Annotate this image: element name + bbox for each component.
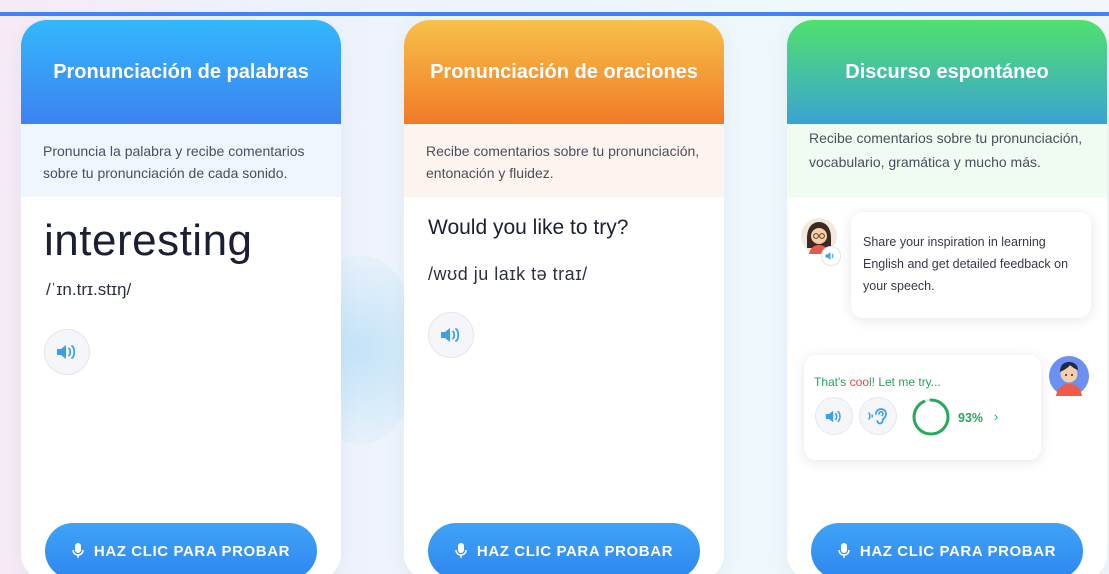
ear-icon [868, 408, 887, 425]
reply-highlight: coo [849, 375, 869, 389]
try-button-label: HAZ CLIC PARA PROBAR [476, 542, 674, 560]
student-avatar [1049, 356, 1089, 396]
card-title: Pronunciación de palabras [21, 20, 341, 124]
score-value[interactable]: 93% [958, 411, 983, 425]
try-button[interactable]: HAZ CLIC PARA PROBAR [45, 523, 317, 574]
chevron-right-icon[interactable]: › [994, 409, 998, 424]
try-button[interactable]: HAZ CLIC PARA PROBAR [428, 523, 700, 574]
score-ring [912, 398, 950, 436]
speaker-icon [825, 252, 834, 260]
page: Pronunciación de palabras Pronuncia la p… [0, 0, 1109, 574]
listen-button[interactable] [859, 397, 897, 435]
card-description: Recibe comentarios sobre tu pronunciació… [787, 124, 1107, 197]
card-description: Pronuncia la palabra y recibe comentario… [21, 124, 341, 197]
play-audio-button[interactable] [428, 312, 474, 358]
word-pronunciation-card: Pronunciación de palabras Pronuncia la p… [21, 20, 341, 574]
try-button-label: HAZ CLIC PARA PROBAR [93, 542, 291, 560]
reply-text: That's cool! Let me try... [814, 375, 941, 389]
reply-bubble: That's cool! Let me try... 93% › [804, 355, 1041, 460]
card-title: Discurso espontáneo [787, 20, 1107, 124]
try-button[interactable]: HAZ CLIC PARA PROBAR [811, 523, 1083, 574]
sentence-pronunciation-card: Pronunciación de oraciones Recibe coment… [404, 20, 724, 574]
card-description: Recibe comentarios sobre tu pronunciació… [404, 124, 724, 197]
microphone-icon [72, 543, 84, 558]
speaker-icon [57, 345, 76, 359]
play-audio-button[interactable] [44, 329, 90, 375]
speaker-icon [825, 410, 841, 422]
microphone-icon [455, 543, 467, 558]
practice-sentence: Would you like to try? [428, 216, 629, 239]
phonetic-transcription: /ˈɪn.trɪ.stɪŋ/ [46, 280, 132, 299]
mic-badge [821, 246, 841, 266]
prompt-bubble: Share your inspiration in learning Engli… [851, 212, 1091, 318]
try-button-label: HAZ CLIC PARA PROBAR [859, 542, 1057, 560]
spontaneous-speech-card: Discurso espontáneo Recibe comentarios s… [787, 20, 1107, 574]
top-divider [0, 12, 1109, 16]
card-title: Pronunciación de oraciones [404, 20, 724, 124]
phonetic-transcription: /wʊd ju laɪk tə traɪ/ [428, 264, 588, 284]
play-reply-button[interactable] [815, 397, 853, 435]
microphone-icon [838, 543, 850, 558]
speaker-icon [441, 328, 460, 342]
practice-word: interesting [44, 216, 253, 265]
